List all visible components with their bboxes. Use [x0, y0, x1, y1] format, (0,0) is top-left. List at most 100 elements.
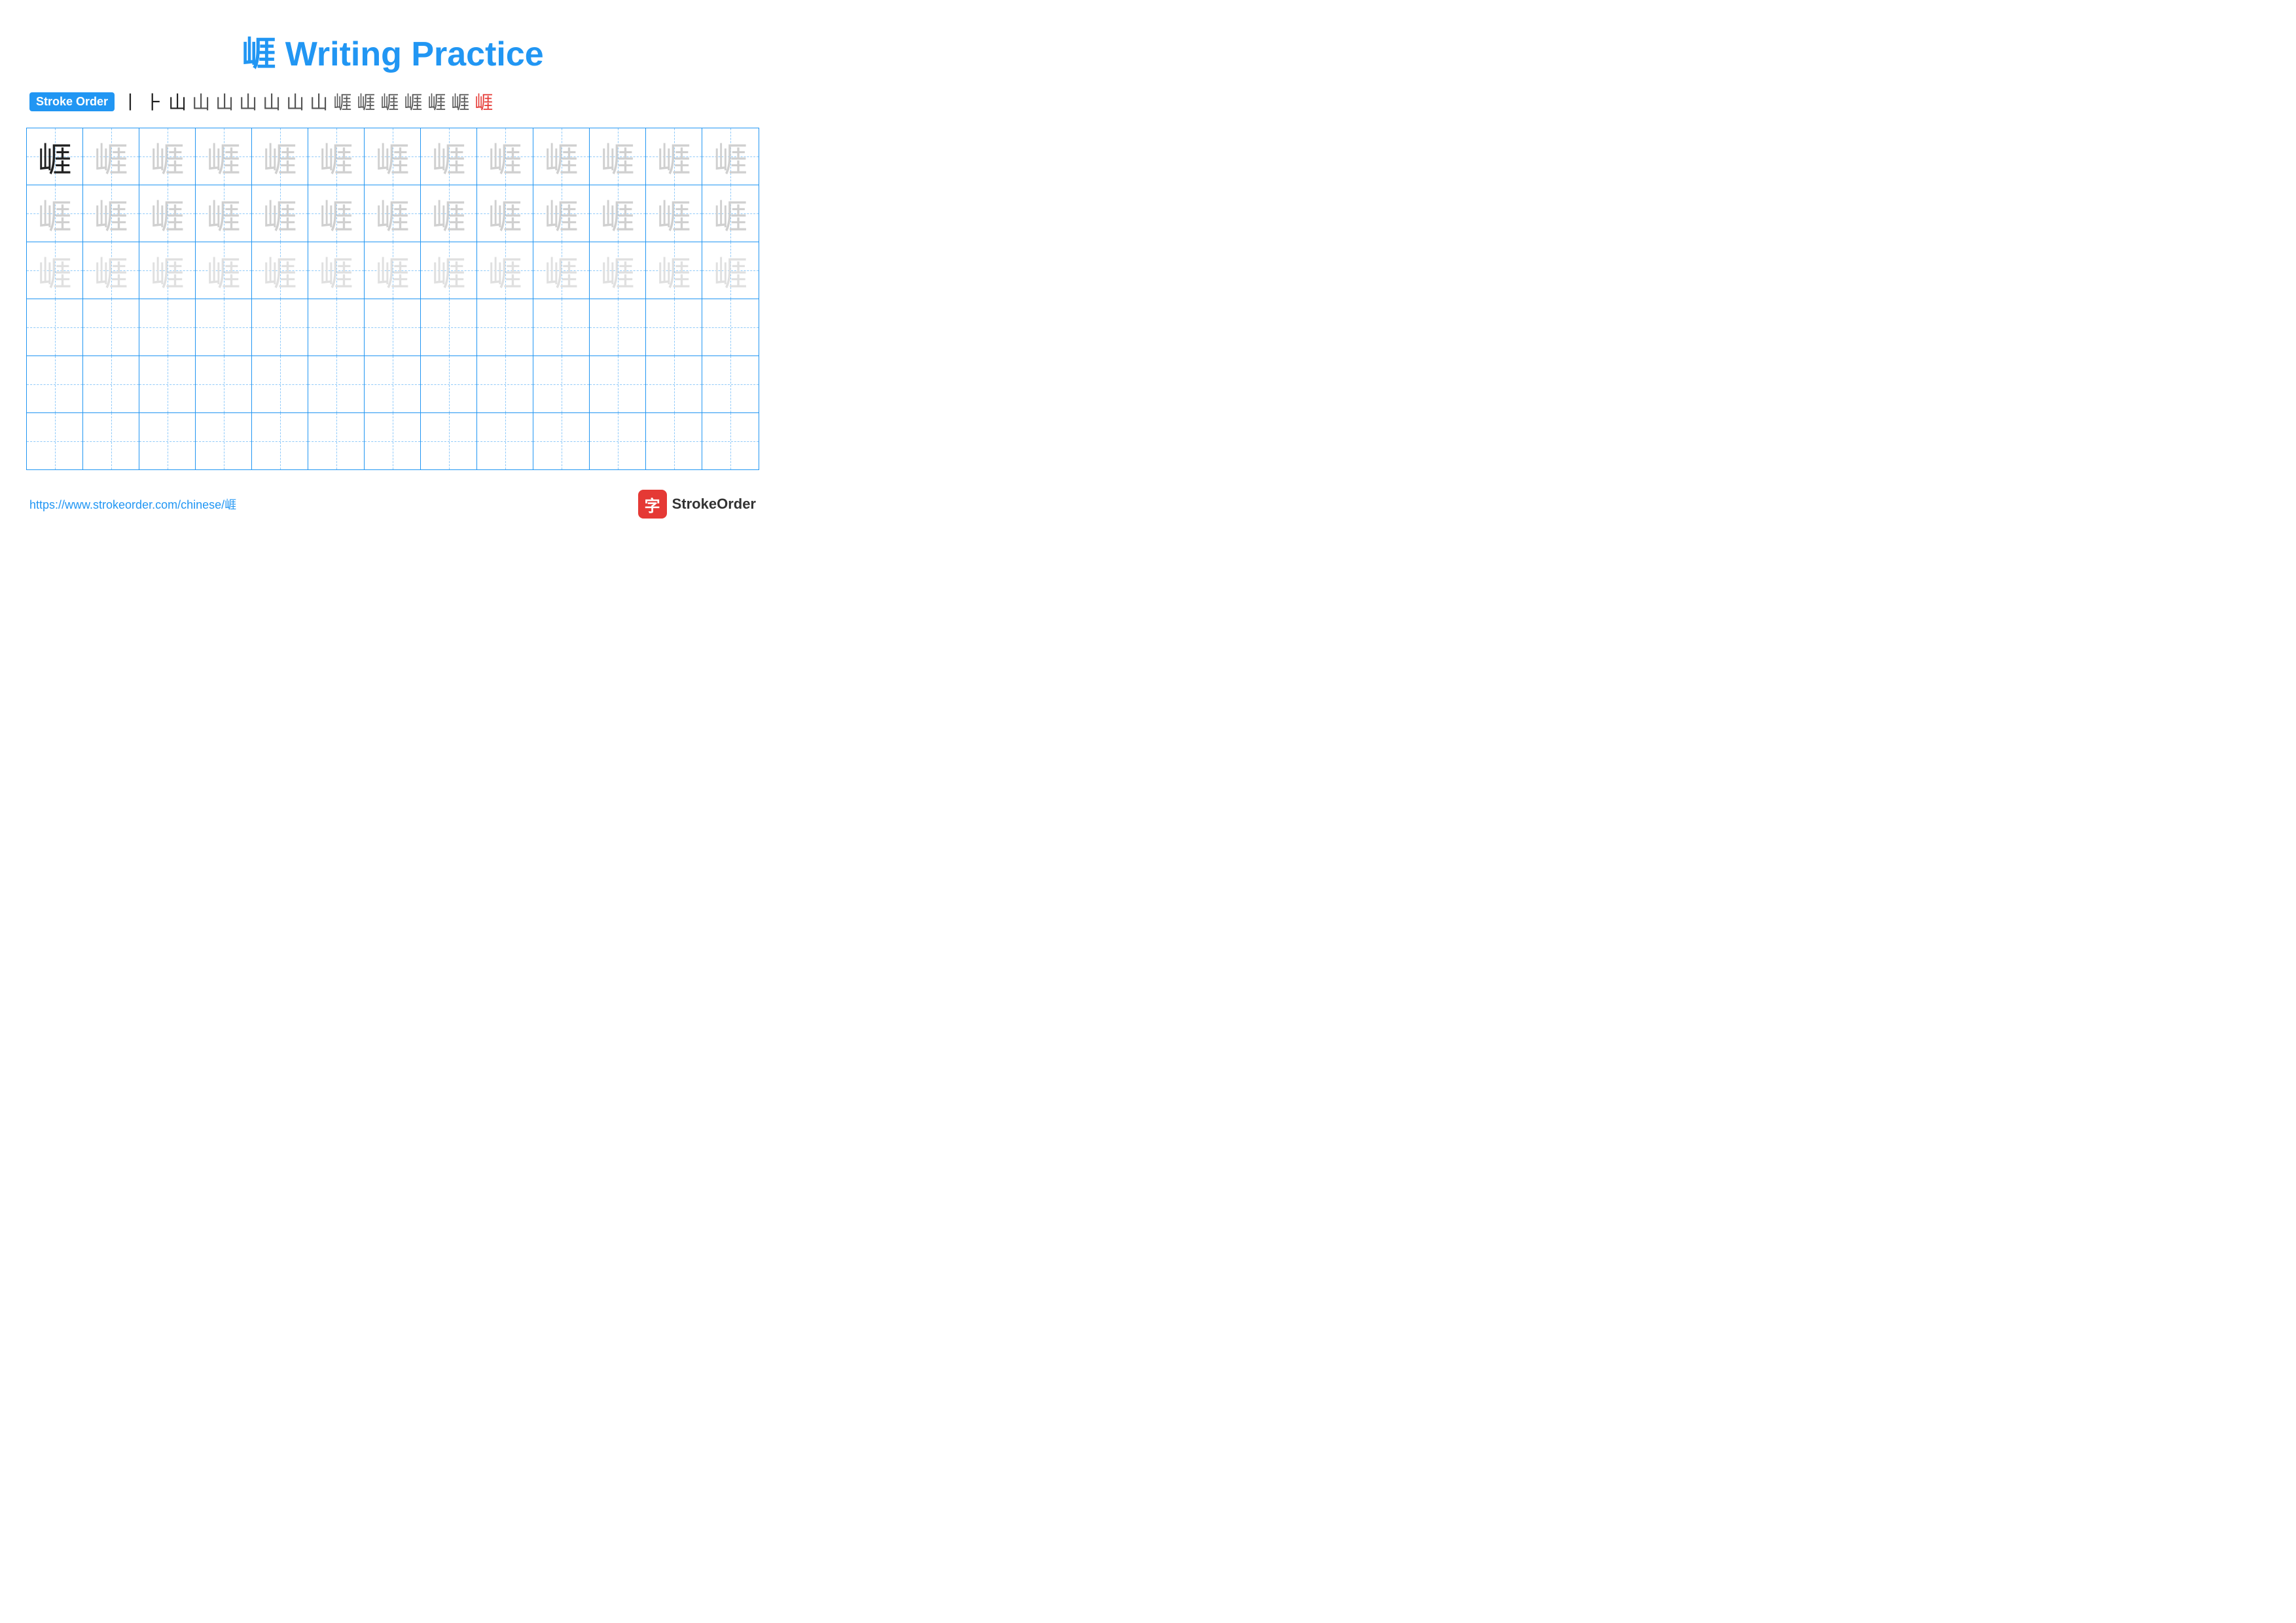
- grid-cell-5-4[interactable]: [196, 356, 252, 412]
- grid-cell-5-3[interactable]: [139, 356, 196, 412]
- char-light: 崕: [713, 132, 747, 181]
- grid-cell-6-7[interactable]: [365, 413, 421, 469]
- footer-logo: 字 StrokeOrder: [638, 490, 756, 519]
- grid-cell-6-5[interactable]: [252, 413, 308, 469]
- char-faint: 崕: [713, 246, 747, 295]
- stroke-step-4: 山: [192, 88, 210, 115]
- grid-cell-5-10[interactable]: [533, 356, 590, 412]
- char-light: 崕: [656, 189, 691, 238]
- char-light: 崕: [150, 189, 184, 238]
- grid-cell-6-1[interactable]: [27, 413, 83, 469]
- grid-cell-6-2[interactable]: [83, 413, 139, 469]
- grid-cell-4-3[interactable]: [139, 299, 196, 356]
- grid-cell-5-9[interactable]: [477, 356, 533, 412]
- grid-cell-4-8[interactable]: [421, 299, 477, 356]
- grid-row-5: [27, 356, 759, 413]
- grid-cell-5-6[interactable]: [308, 356, 365, 412]
- grid-cell-1-11: 崕: [590, 128, 646, 185]
- grid-row-2: 崕 崕 崕 崕 崕 崕 崕 崕 崕 崕 崕 崕: [27, 185, 759, 242]
- grid-cell-5-8[interactable]: [421, 356, 477, 412]
- char-faint: 崕: [319, 246, 353, 295]
- char-faint: 崕: [94, 246, 128, 295]
- char-faint: 崕: [600, 246, 634, 295]
- grid-cell-4-10[interactable]: [533, 299, 590, 356]
- grid-cell-4-12[interactable]: [646, 299, 702, 356]
- char-light: 崕: [319, 189, 353, 238]
- stroke-step-6: 山: [239, 88, 257, 115]
- grid-cell-2-7: 崕: [365, 185, 421, 242]
- footer-url[interactable]: https://www.strokeorder.com/chinese/崕: [29, 496, 236, 513]
- grid-cell-4-13[interactable]: [702, 299, 759, 356]
- grid-cell-5-7[interactable]: [365, 356, 421, 412]
- grid-cell-3-11: 崕: [590, 242, 646, 299]
- grid-row-3: 崕 崕 崕 崕 崕 崕 崕 崕 崕 崕 崕 崕: [27, 242, 759, 299]
- grid-cell-6-11[interactable]: [590, 413, 646, 469]
- grid-cell-3-7: 崕: [365, 242, 421, 299]
- grid-cell-1-5: 崕: [252, 128, 308, 185]
- char-light: 崕: [150, 132, 184, 181]
- grid-cell-4-9[interactable]: [477, 299, 533, 356]
- grid-cell-4-2[interactable]: [83, 299, 139, 356]
- grid-cell-3-4: 崕: [196, 242, 252, 299]
- grid-cell-6-9[interactable]: [477, 413, 533, 469]
- grid-cell-2-10: 崕: [533, 185, 590, 242]
- grid-cell-2-2: 崕: [83, 185, 139, 242]
- grid-cell-1-4: 崕: [196, 128, 252, 185]
- grid-cell-3-1: 崕: [27, 242, 83, 299]
- grid-cell-5-1[interactable]: [27, 356, 83, 412]
- grid-cell-4-1[interactable]: [27, 299, 83, 356]
- stroke-sequence: 丨 ⺊ 山 山 山 山 山 山 山 崕 崕 崕 崕 崕 崕 崕: [121, 88, 493, 115]
- grid-cell-5-12[interactable]: [646, 356, 702, 412]
- grid-cell-3-5: 崕: [252, 242, 308, 299]
- strokeorder-logo-icon: 字: [638, 490, 667, 519]
- grid-cell-4-11[interactable]: [590, 299, 646, 356]
- grid-cell-2-12: 崕: [646, 185, 702, 242]
- grid-cell-2-8: 崕: [421, 185, 477, 242]
- grid-cell-3-3: 崕: [139, 242, 196, 299]
- char-light: 崕: [600, 189, 634, 238]
- char-faint: 崕: [544, 246, 578, 295]
- grid-cell-5-11[interactable]: [590, 356, 646, 412]
- grid-cell-1-10: 崕: [533, 128, 590, 185]
- grid-cell-2-6: 崕: [308, 185, 365, 242]
- stroke-step-1: 丨: [121, 88, 139, 115]
- char-faint: 崕: [431, 246, 465, 295]
- grid-cell-6-10[interactable]: [533, 413, 590, 469]
- char-light: 崕: [375, 132, 409, 181]
- char-light: 崕: [488, 189, 522, 238]
- grid-cell-6-13[interactable]: [702, 413, 759, 469]
- char-light: 崕: [37, 189, 71, 238]
- char-faint: 崕: [488, 246, 522, 295]
- char-light: 崕: [206, 189, 240, 238]
- stroke-step-3: 山: [168, 88, 187, 115]
- grid-cell-1-6: 崕: [308, 128, 365, 185]
- grid-cell-2-13: 崕: [702, 185, 759, 242]
- stroke-order-row: Stroke Order 丨 ⺊ 山 山 山 山 山 山 山 崕 崕 崕 崕 崕…: [26, 88, 759, 115]
- grid-cell-4-5[interactable]: [252, 299, 308, 356]
- grid-cell-6-3[interactable]: [139, 413, 196, 469]
- grid-cell-5-5[interactable]: [252, 356, 308, 412]
- char-light: 崕: [488, 132, 522, 181]
- stroke-step-15: 崕: [451, 88, 469, 115]
- char-light: 崕: [431, 189, 465, 238]
- grid-cell-3-9: 崕: [477, 242, 533, 299]
- grid-cell-4-6[interactable]: [308, 299, 365, 356]
- grid-cell-3-8: 崕: [421, 242, 477, 299]
- grid-cell-5-13[interactable]: [702, 356, 759, 412]
- grid-cell-5-2[interactable]: [83, 356, 139, 412]
- char-light: 崕: [544, 189, 578, 238]
- grid-cell-6-4[interactable]: [196, 413, 252, 469]
- grid-cell-6-8[interactable]: [421, 413, 477, 469]
- grid-cell-3-13: 崕: [702, 242, 759, 299]
- grid-cell-4-4[interactable]: [196, 299, 252, 356]
- grid-cell-4-7[interactable]: [365, 299, 421, 356]
- stroke-step-final: 崕: [475, 88, 493, 115]
- stroke-order-badge: Stroke Order: [29, 92, 115, 111]
- grid-cell-6-12[interactable]: [646, 413, 702, 469]
- stroke-step-12: 崕: [380, 88, 399, 115]
- grid-cell-6-6[interactable]: [308, 413, 365, 469]
- char-light: 崕: [544, 132, 578, 181]
- grid-cell-2-11: 崕: [590, 185, 646, 242]
- char-light: 崕: [431, 132, 465, 181]
- char-light: 崕: [713, 189, 747, 238]
